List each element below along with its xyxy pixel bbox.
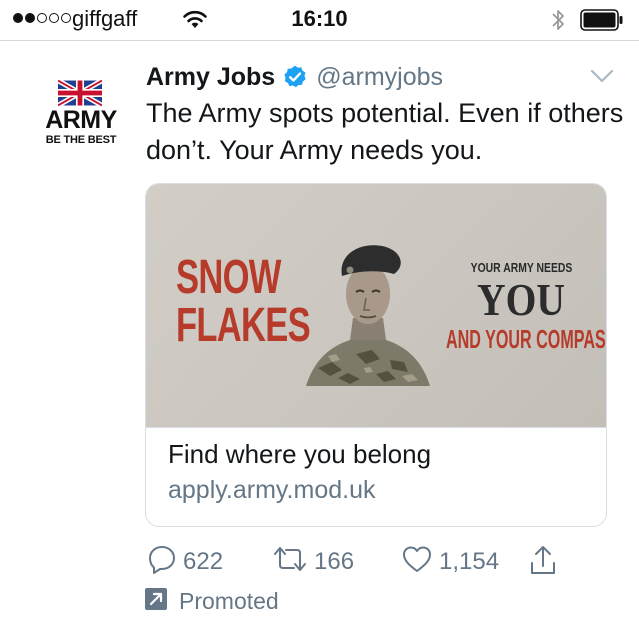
verified-badge-icon	[282, 64, 308, 90]
chevron-down-icon[interactable]	[590, 68, 614, 89]
signal-dot-empty	[49, 13, 59, 23]
carrier-name: giffgaff	[72, 6, 138, 31]
heart-icon	[401, 544, 433, 579]
link-card[interactable]: SNOW FLAKES YOUR ARMY NEEDS YOU AND YOUR…	[145, 183, 607, 527]
soldier-illustration	[298, 236, 438, 391]
poster-headline-line1: SNOW	[176, 251, 281, 304]
retweet-button[interactable]: 166	[272, 544, 354, 579]
avatar-logo-subtext: BE THE BEST	[45, 134, 117, 146]
avatar-logo-text: ARMY	[45, 106, 117, 134]
author-handle[interactable]: @armyjobs	[316, 63, 443, 92]
share-button[interactable]	[527, 544, 559, 581]
promoted-arrow-icon	[145, 588, 167, 615]
tweet-actions: 622 166 1,154	[0, 544, 639, 584]
poster-big-word: YOU	[477, 274, 565, 325]
card-image[interactable]: SNOW FLAKES YOUR ARMY NEEDS YOU AND YOUR…	[146, 184, 606, 428]
tweet-header: Army Jobs @armyjobs	[146, 60, 443, 94]
card-url[interactable]: apply.army.mod.uk	[168, 476, 375, 505]
promoted-indicator: Promoted	[145, 588, 279, 615]
wifi-icon	[182, 9, 208, 34]
signal-dot-filled	[25, 13, 35, 23]
signal-strength-indicator	[13, 13, 71, 23]
signal-dot-filled	[13, 13, 23, 23]
poster-bottom-line: AND YOUR COMPASSION	[446, 324, 606, 354]
battery-icon	[580, 9, 624, 31]
tweet-text: The Army spots potential. Even if others…	[146, 98, 624, 165]
retweet-count: 166	[314, 547, 355, 575]
card-title[interactable]: Find where you belong	[168, 439, 431, 470]
reply-count: 622	[183, 547, 224, 575]
promoted-label: Promoted	[179, 588, 279, 614]
bluetooth-icon	[551, 7, 565, 38]
reply-icon	[147, 544, 177, 579]
poster-headline-line2: FLAKES	[176, 299, 311, 352]
reply-button[interactable]: 622	[147, 544, 223, 579]
status-bar: giffgaff 16:10	[0, 0, 639, 41]
share-icon	[527, 544, 559, 581]
signal-dot-empty	[37, 13, 47, 23]
retweet-icon	[272, 544, 308, 579]
avatar[interactable]: ARMY BE THE BEST	[42, 78, 120, 148]
author-name[interactable]: Army Jobs	[146, 63, 275, 92]
poster-headline: SNOW FLAKES	[176, 251, 311, 352]
signal-dot-empty	[61, 13, 71, 23]
like-button[interactable]: 1,154	[401, 544, 499, 579]
like-count: 1,154	[439, 547, 500, 575]
